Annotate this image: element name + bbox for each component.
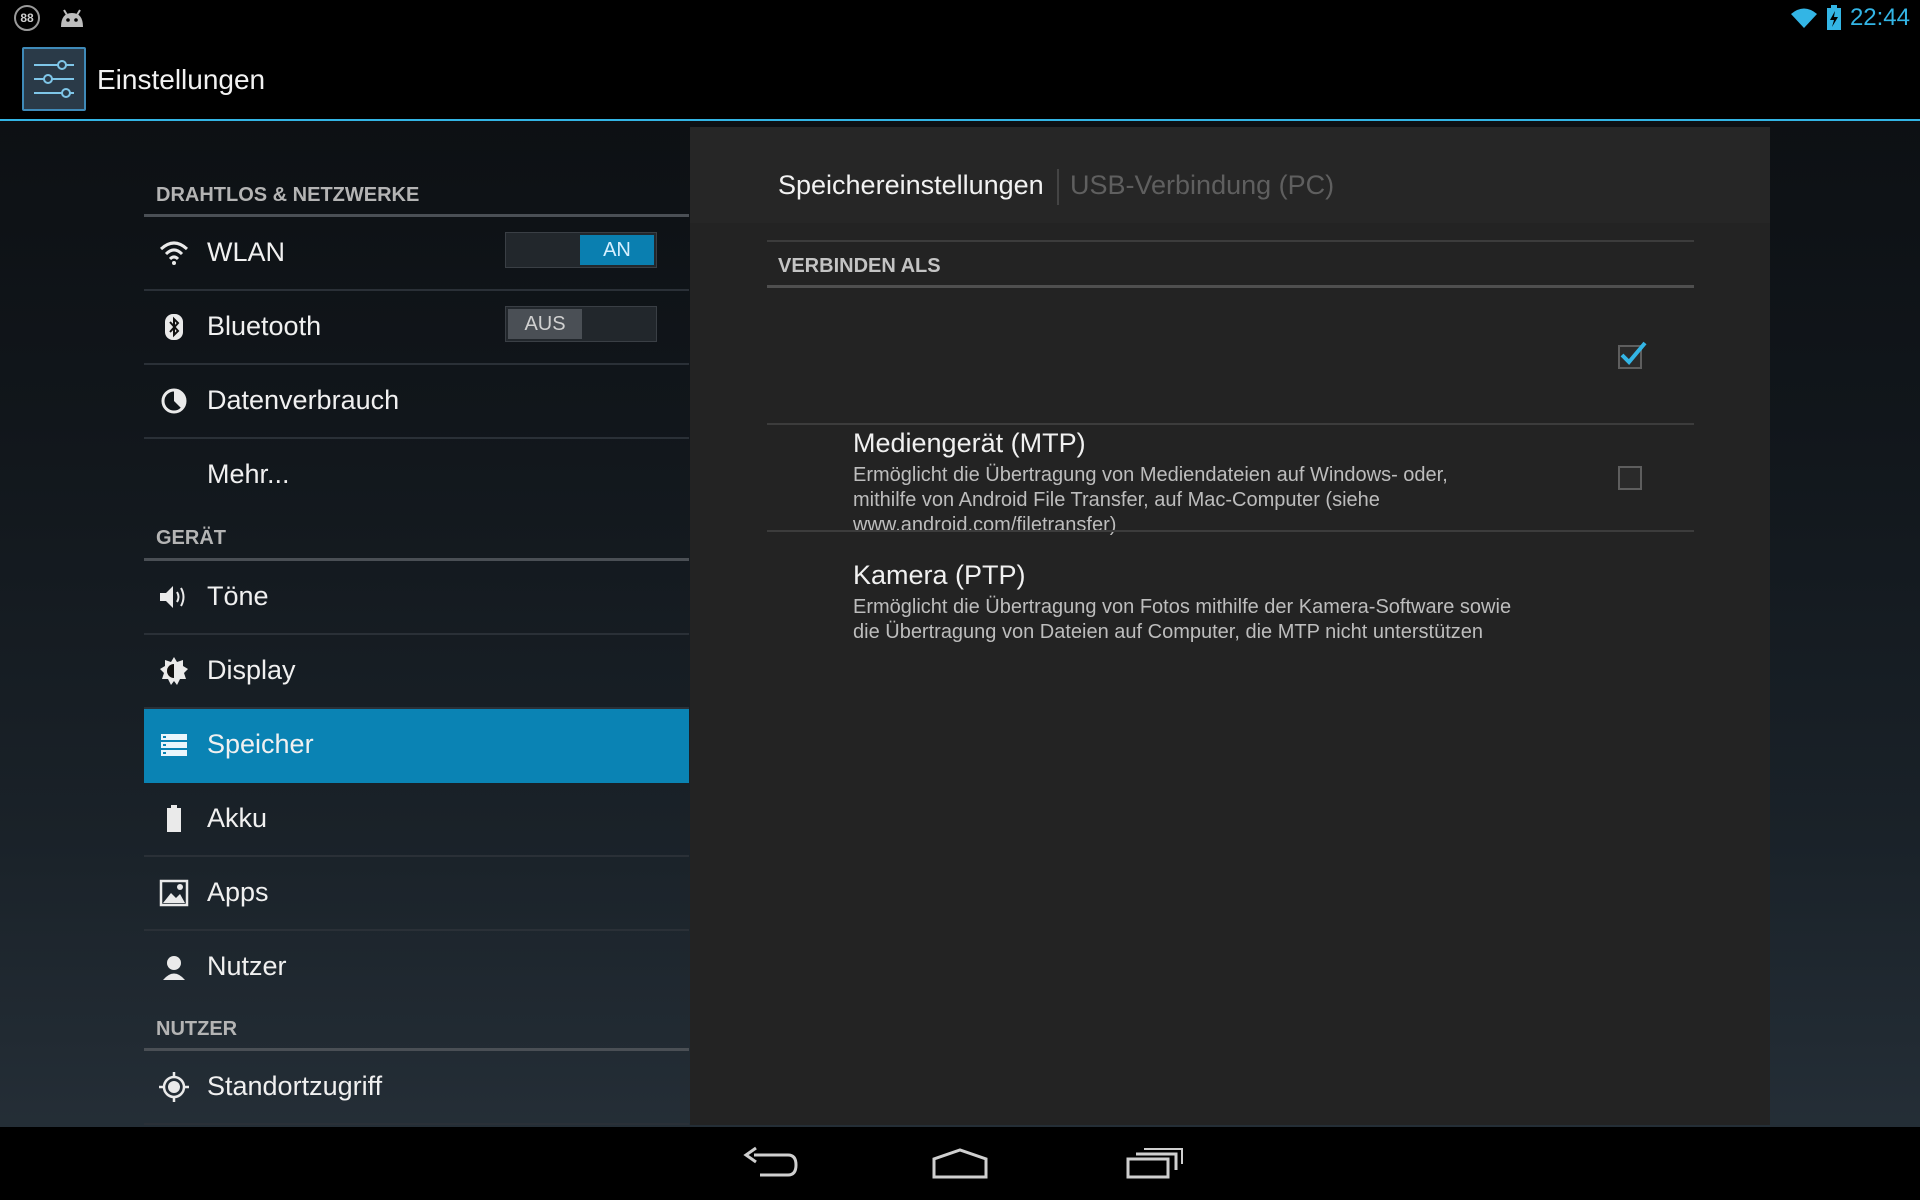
tab-usb-connection[interactable]: USB-Verbindung (PC): [1070, 170, 1334, 201]
speaker-icon: [158, 581, 190, 613]
tab-divider: [1057, 169, 1059, 205]
sidebar-item-bluetooth[interactable]: Bluetooth AUS: [144, 291, 689, 365]
divider: [767, 530, 1694, 532]
settings-sliders-icon[interactable]: [22, 47, 86, 111]
sidebar-item-storage[interactable]: Speicher: [144, 709, 689, 783]
bluetooth-icon: [158, 311, 190, 343]
sidebar-item-label: Speicher: [207, 729, 314, 759]
sidebar-item-display[interactable]: Display: [144, 635, 689, 709]
apps-icon: [158, 877, 190, 909]
brightness-icon: [158, 655, 190, 687]
badge-icon: 88: [14, 5, 40, 31]
home-icon[interactable]: [930, 1145, 990, 1181]
sidebar-item-label: Bluetooth: [207, 311, 322, 341]
tab-storage-settings[interactable]: Speichereinstellungen: [778, 170, 1044, 201]
preference-mtp[interactable]: Mediengerät (MTP) Ermöglicht die Übertra…: [767, 288, 1694, 536]
toggle-state: AUS: [508, 309, 582, 339]
sidebar-item-label: WLAN: [207, 237, 286, 267]
preference-ptp[interactable]: Kamera (PTP) Ermöglicht die Übertragung …: [767, 425, 1694, 643]
system-nav-bar: [0, 1127, 1920, 1200]
ptp-checkbox[interactable]: [1618, 466, 1642, 490]
sidebar-item-users[interactable]: Nutzer: [144, 931, 689, 1003]
sidebar-item-data-usage[interactable]: Datenverbrauch: [144, 365, 689, 439]
sidebar-item-apps[interactable]: Apps: [144, 857, 689, 931]
storage-icon: [158, 729, 190, 761]
battery-charging-icon: [1826, 5, 1841, 30]
user-icon: [158, 951, 190, 983]
summary-line: Ermöglicht die Übertragung von Fotos mit…: [853, 596, 1512, 618]
section-header-device: GERÄT: [156, 527, 226, 549]
status-bar: 88 22:44: [0, 0, 1920, 38]
android-icon: [61, 9, 83, 27]
sidebar-item-label: Töne: [207, 581, 269, 611]
summary-line: die Übertragung von Dateien auf Computer…: [853, 621, 1483, 643]
sidebar-item-sounds[interactable]: Töne: [144, 561, 689, 635]
action-bar: Einstellungen: [0, 38, 1920, 121]
clock: 22:44: [1849, 4, 1910, 31]
category-header: VERBINDEN ALS: [778, 255, 941, 277]
sidebar-item-battery[interactable]: Akku: [144, 783, 689, 857]
sidebar-item-label: Datenverbrauch: [207, 385, 400, 415]
sidebar-item-location[interactable]: Standortzugriff: [144, 1051, 689, 1125]
notification-area[interactable]: 88: [14, 5, 86, 31]
back-icon[interactable]: [740, 1145, 800, 1181]
sidebar-item-wlan[interactable]: WLAN AN: [144, 217, 689, 291]
data-usage-icon: [158, 385, 190, 417]
sidebar-item-label: Akku: [207, 803, 268, 833]
page-title: Einstellungen: [97, 64, 266, 95]
system-status-area: 22:44: [1790, 4, 1910, 32]
tab-bar: Speichereinstellungen USB-Verbindung (PC…: [690, 127, 1770, 223]
sidebar-item-label: Standortzugriff: [207, 1071, 383, 1101]
sidebar-item-more[interactable]: Mehr...: [144, 439, 689, 511]
checkmark-icon: [1620, 341, 1647, 365]
wifi-icon: [1790, 8, 1817, 28]
sidebar-item-label: Apps: [207, 877, 269, 907]
sidebar-item-label: Display: [207, 655, 296, 685]
battery-icon: [158, 803, 190, 835]
recents-icon[interactable]: [1124, 1145, 1184, 1181]
section-header-user: NUTZER: [156, 1018, 238, 1040]
sidebar-item-label: Mehr...: [207, 459, 290, 489]
wifi-icon: [158, 237, 190, 269]
section-header-wireless: DRAHTLOS & NETZWERKE: [156, 184, 420, 206]
wlan-toggle[interactable]: AN: [505, 232, 657, 268]
preference-title: Kamera (PTP): [853, 560, 1026, 590]
detail-pane: Speichereinstellungen USB-Verbindung (PC…: [690, 127, 1770, 1125]
toggle-state: AN: [580, 235, 654, 265]
divider: [767, 240, 1694, 242]
mtp-checkbox[interactable]: [1618, 341, 1647, 369]
bluetooth-toggle[interactable]: AUS: [505, 306, 657, 342]
location-icon: [158, 1071, 190, 1103]
sidebar-item-label: Nutzer: [207, 951, 287, 981]
preference-summary: Ermöglicht die Übertragung von Fotos mit…: [853, 595, 1633, 645]
